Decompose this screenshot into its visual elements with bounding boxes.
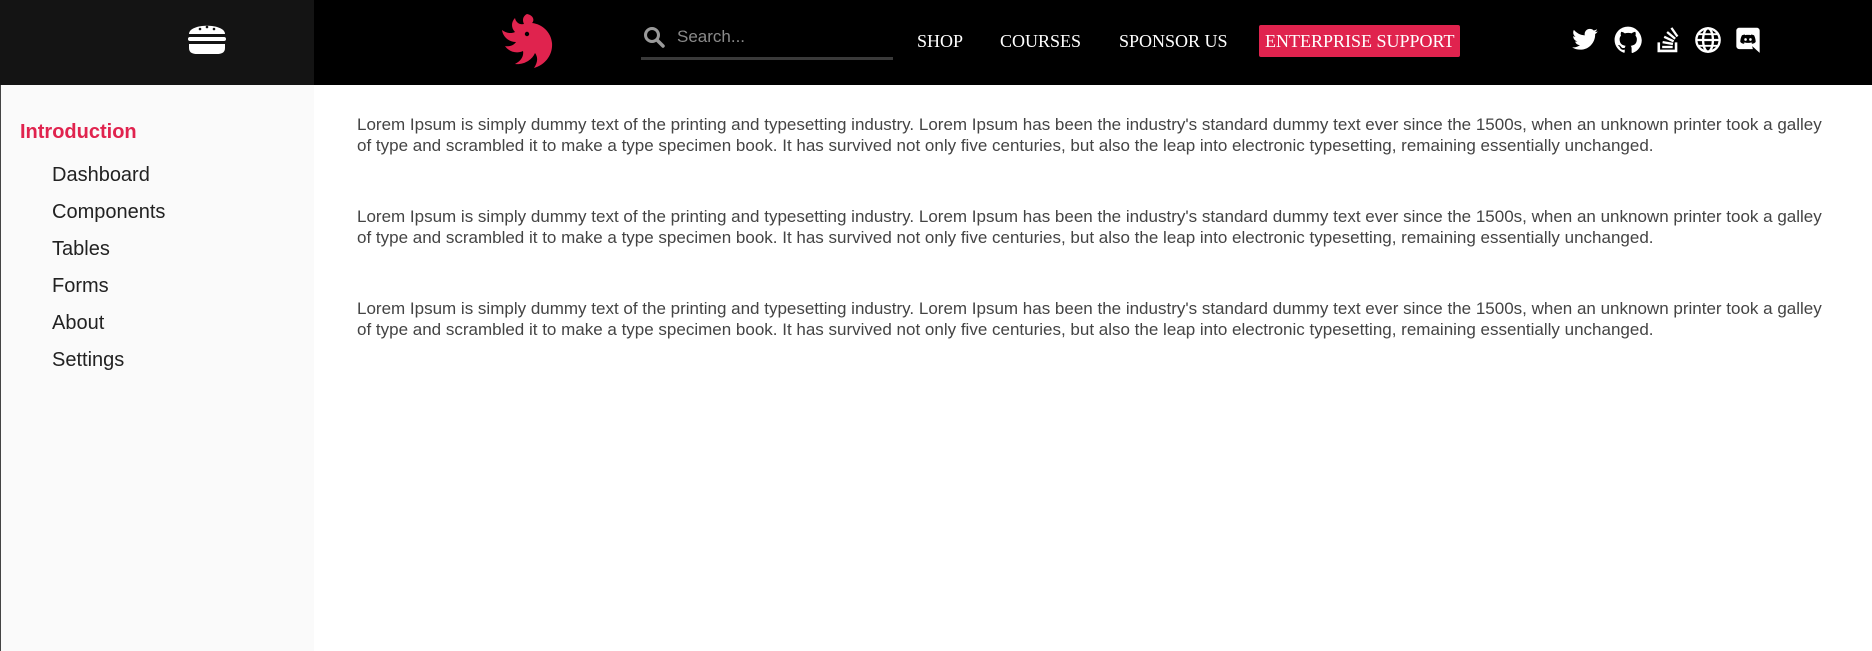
search-input[interactable] (677, 24, 887, 50)
discord-icon (1736, 27, 1760, 53)
sidebar-item-about[interactable]: About (52, 311, 165, 348)
twitter-icon (1572, 28, 1598, 50)
globe-icon (1695, 27, 1721, 53)
enterprise-support-button[interactable]: ENTERPRISE SUPPORT (1259, 25, 1461, 57)
search-icon (644, 27, 665, 48)
menu-button[interactable] (186, 20, 228, 56)
content-paragraph: Lorem Ipsum is simply dummy text of the … (357, 115, 1822, 155)
sidebar-item-components[interactable]: Components (52, 200, 165, 237)
sidebar-item-tables[interactable]: Tables (52, 237, 165, 274)
github-link[interactable] (1614, 26, 1642, 54)
nest-cat-logo-icon (502, 14, 553, 68)
search-bar (641, 20, 893, 60)
nest-logo[interactable] (497, 12, 555, 70)
nav-courses-link[interactable]: COURSES (1000, 29, 1081, 53)
sidebar-menu: Dashboard Components Tables Forms About … (52, 163, 165, 385)
nav-shop-link[interactable]: SHOP (917, 29, 963, 53)
stackoverflow-link[interactable] (1654, 26, 1682, 54)
main-content: Lorem Ipsum is simply dummy text of the … (357, 114, 1831, 390)
github-icon (1614, 26, 1642, 53)
nav-sponsor-link[interactable]: SPONSOR US (1119, 29, 1228, 53)
content-paragraph: Lorem Ipsum is simply dummy text of the … (357, 299, 1822, 339)
stackoverflow-icon (1657, 27, 1679, 53)
content-paragraph: Lorem Ipsum is simply dummy text of the … (357, 207, 1822, 247)
menu-zone (0, 0, 314, 85)
top-navbar: SHOP COURSES SPONSOR US ENTERPRISE SUPPO… (0, 0, 1872, 85)
twitter-link[interactable] (1571, 26, 1599, 54)
sidebar-item-dashboard[interactable]: Dashboard (52, 163, 165, 200)
website-link[interactable] (1694, 26, 1722, 54)
sidebar-item-forms[interactable]: Forms (52, 274, 165, 311)
sidebar-item-settings[interactable]: Settings (52, 348, 165, 385)
sidebar: Introduction Dashboard Components Tables… (0, 85, 314, 651)
discord-link[interactable] (1734, 26, 1762, 54)
sidebar-heading-introduction[interactable]: Introduction (20, 121, 137, 144)
hamburger-burger-icon (188, 25, 226, 54)
